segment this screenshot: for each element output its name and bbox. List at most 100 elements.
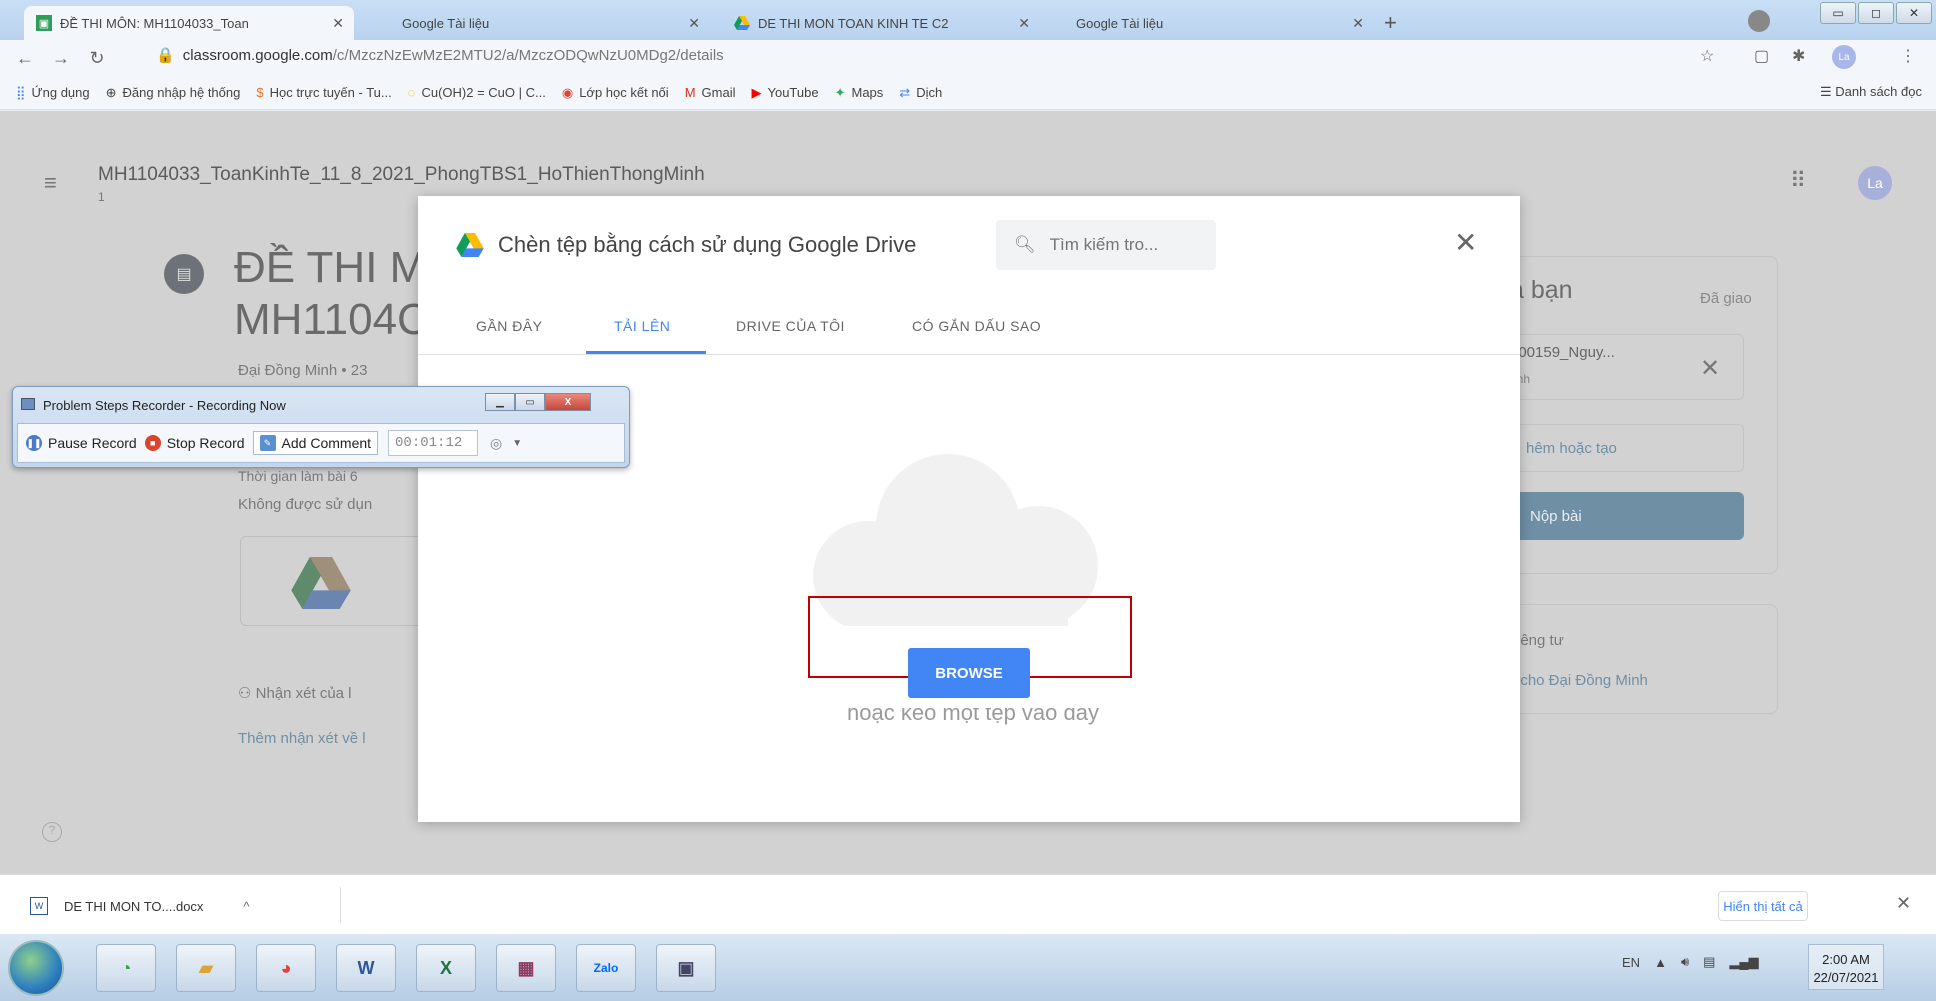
winrar-icon[interactable]: ▦	[496, 944, 556, 992]
excel-icon[interactable]: X	[416, 944, 476, 992]
chevron-up-icon[interactable]: ^	[243, 899, 249, 914]
add-comment-button[interactable]: ✎ Add Comment	[252, 431, 379, 455]
volume-icon[interactable]: 🔊︎	[1681, 954, 1689, 970]
bookmark-login[interactable]: ⊕ Đăng nhập hệ thống	[106, 85, 241, 101]
add-comment-label: Add Comment	[281, 435, 372, 451]
signal-icon[interactable]: ▂▄▆	[1729, 954, 1758, 970]
explorer-icon[interactable]: ▰	[176, 944, 236, 992]
dollar-icon: $	[256, 85, 264, 100]
steps-recorder-window[interactable]: Problem Steps Recorder - Recording Now ▁…	[12, 386, 630, 468]
word-doc-icon: W	[30, 897, 48, 915]
tab-google-docs-1[interactable]: Google Tài liệu ✕	[390, 6, 710, 40]
browse-button[interactable]: BROWSE	[908, 648, 1030, 698]
tab-title: Google Tài liệu	[402, 15, 490, 31]
url-field[interactable]: 🔒 classroom.google.com/c/MzczNzEwMzE2MTU2…	[156, 46, 724, 64]
close-tab-icon[interactable]: ✕	[332, 15, 344, 32]
close-tab-icon[interactable]: ✕	[1018, 15, 1030, 32]
language-indicator[interactable]: EN	[1622, 955, 1640, 970]
stop-label: Stop Record	[166, 435, 245, 451]
submit-button[interactable]: Nộp bài	[1500, 492, 1744, 540]
picker-search-input[interactable]	[1049, 235, 1200, 255]
stop-record-button[interactable]: ■ Stop Record	[144, 435, 245, 451]
puzzle-icon[interactable]: ✱	[1792, 46, 1805, 66]
maximize-button[interactable]: ▭	[515, 393, 545, 411]
drive-icon	[734, 15, 750, 31]
class-title: MH1104033_ToanKinhTe_11_8_2021_PhongTBS1…	[98, 164, 705, 185]
bookmark-label: Cu(OH)2 = CuO | C...	[421, 85, 546, 100]
network-icon[interactable]: ▤	[1703, 954, 1715, 970]
bookmark-star-icon[interactable]: ☆	[1700, 46, 1714, 66]
apps-grid-icon: ⣿	[16, 84, 26, 100]
tab-google-docs-2[interactable]: Google Tài liệu ✕	[1064, 6, 1374, 40]
people-icon: ⚇	[238, 685, 256, 702]
reading-list[interactable]: ☰ Danh sách đọc	[1820, 84, 1922, 100]
add-class-comment-link[interactable]: Thêm nhận xét về l	[238, 730, 366, 747]
user-avatar[interactable]: La	[1858, 166, 1892, 200]
extension-icon[interactable]: ▢	[1754, 46, 1769, 66]
hamburger-menu-icon[interactable]: ≡	[44, 170, 57, 196]
tab-starred[interactable]: CÓ GẮN DẤU SAO	[912, 318, 1041, 334]
profile-avatar[interactable]: La	[1832, 45, 1856, 69]
bookmark-label: Dịch	[916, 85, 943, 100]
tab-assignment[interactable]: ▣ ĐỀ THI MÔN: MH1104033_Toan ✕	[24, 6, 354, 40]
clock-date: 22/07/2021	[1813, 970, 1879, 985]
author-line: Đại Đồng Minh • 23	[238, 362, 368, 379]
bookmarks-bar: ⣿ Ứng dụng ⊕ Đăng nhập hệ thống $ Học trực …	[0, 76, 1936, 110]
start-button[interactable]	[8, 940, 64, 996]
bookmark-gmail[interactable]: M Gmail	[685, 85, 736, 100]
pause-record-button[interactable]: ❚❚ Pause Record	[26, 435, 137, 451]
search-icon: 🔍︎	[1014, 235, 1036, 254]
profile-indicator-icon[interactable]	[1748, 10, 1770, 32]
system-tray: EN ▲ 🔊︎ ▤ ▂▄▆	[1622, 954, 1759, 970]
apps-grid-icon[interactable]: ⠿	[1790, 168, 1806, 194]
back-icon[interactable]: ←	[14, 48, 36, 69]
rule-line: Không được sử dụn	[238, 496, 373, 513]
menu-icon[interactable]: ⋮	[1900, 46, 1916, 66]
minimize-button[interactable]: ▭	[1820, 2, 1856, 24]
drive-logo-icon	[291, 557, 351, 609]
close-button[interactable]: X	[545, 393, 591, 411]
forward-icon[interactable]: →	[50, 48, 72, 69]
remove-file-icon[interactable]: ✕	[1700, 354, 1720, 383]
bookmark-chem[interactable]: ◌ Cu(OH)2 = CuO | C...	[408, 85, 546, 100]
close-download-bar-icon[interactable]: ✕	[1896, 893, 1911, 914]
help-icon[interactable]: ?	[42, 822, 62, 842]
tab-my-drive[interactable]: DRIVE CỦA TÔI	[736, 318, 845, 334]
close-tab-icon[interactable]: ✕	[688, 15, 700, 32]
translate-icon: ⇄	[899, 84, 911, 100]
lock-icon: 🔒	[156, 47, 175, 64]
download-item[interactable]: W DE THI MON TO....docx ^	[30, 897, 250, 915]
bookmark-translate[interactable]: ⇄ Dịch	[899, 85, 942, 101]
close-window-button[interactable]: ✕	[1896, 2, 1932, 24]
close-icon[interactable]: ✕	[1454, 226, 1477, 259]
picker-search[interactable]: 🔍︎	[996, 220, 1216, 270]
tab-recent[interactable]: GẦN ĐÂY	[476, 318, 543, 334]
dropdown-icon[interactable]: ▼	[512, 438, 522, 449]
tab-title: Google Tài liệu	[1076, 15, 1164, 31]
reload-icon[interactable]: ↻	[86, 48, 108, 69]
bookmark-youtube[interactable]: ▶ YouTube	[751, 85, 818, 101]
show-all-button[interactable]: Hiển thị tất cả	[1718, 891, 1808, 921]
tab-drive-file[interactable]: DE THI MON TOAN KINH TE C2 ✕	[722, 6, 1040, 40]
minimize-button[interactable]: ▁	[485, 393, 515, 411]
word-icon[interactable]: W	[336, 944, 396, 992]
attachment-card[interactable]	[240, 536, 440, 626]
tab-upload[interactable]: TẢI LÊN	[614, 318, 670, 334]
class-comments-label: ⚇ Nhận xét của l	[238, 685, 352, 702]
add-private-comment-link[interactable]: t cho Đại Đồng Minh	[1512, 672, 1648, 689]
paint-icon[interactable]: ◔	[96, 944, 156, 992]
bookmark-maps[interactable]: ✦ Maps	[835, 85, 884, 101]
zalo-icon[interactable]: Zalo	[576, 944, 636, 992]
assignment-title-line1: ĐỀ THI M	[234, 243, 427, 292]
bookmark-apps[interactable]: ⣿ Ứng dụng	[16, 85, 90, 101]
bookmark-class-connect[interactable]: ◉ Lớp học kết nối	[562, 85, 669, 101]
tray-arrow-icon[interactable]: ▲	[1654, 955, 1667, 970]
bookmark-online-learning[interactable]: $ Học trực tuyến - Tu...	[256, 85, 391, 100]
help-icon[interactable]: ◎	[490, 435, 502, 452]
chrome-icon[interactable]: ◕	[256, 944, 316, 992]
close-tab-icon[interactable]: ✕	[1352, 15, 1364, 32]
steps-recorder-icon[interactable]: ▣	[656, 944, 716, 992]
clock[interactable]: 2:00 AM 22/07/2021	[1808, 944, 1884, 990]
maximize-button[interactable]: ◻	[1858, 2, 1894, 24]
new-tab-button[interactable]: +	[1384, 10, 1397, 36]
